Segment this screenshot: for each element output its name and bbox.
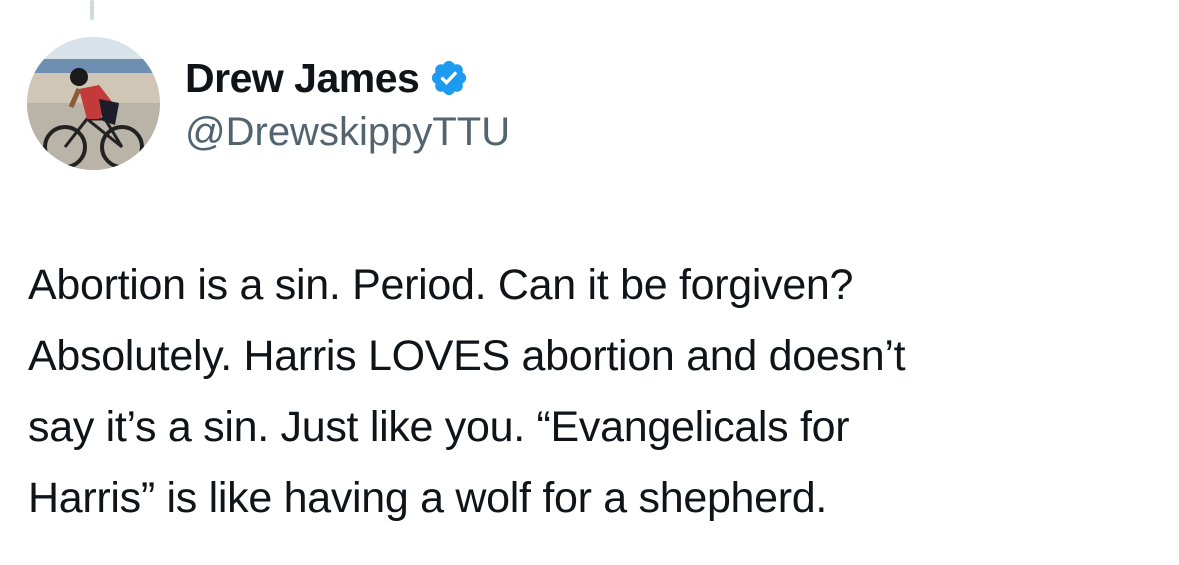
author-name-row: Drew James xyxy=(185,52,510,104)
tweet-text-line: Harris” is like having a wolf for a shep… xyxy=(28,474,828,522)
verified-badge-icon xyxy=(429,58,469,98)
tweet-author: Drew James @DrewskippyTTU xyxy=(185,52,510,155)
tweet-text-line: Absolutely. Harris LOVES abortion and do… xyxy=(28,332,906,380)
author-handle[interactable]: @DrewskippyTTU xyxy=(185,110,510,155)
thread-connector-line xyxy=(90,0,94,20)
avatar[interactable] xyxy=(27,37,160,170)
tweet-text: Abortion is a sin. Period. Can it be for… xyxy=(28,250,1138,534)
avatar-photo xyxy=(27,37,160,170)
tweet-text-line: Abortion is a sin. Period. Can it be for… xyxy=(28,261,854,309)
tweet-text-line: say it’s a sin. Just like you. “Evangeli… xyxy=(28,403,850,451)
author-display-name[interactable]: Drew James xyxy=(185,55,420,102)
